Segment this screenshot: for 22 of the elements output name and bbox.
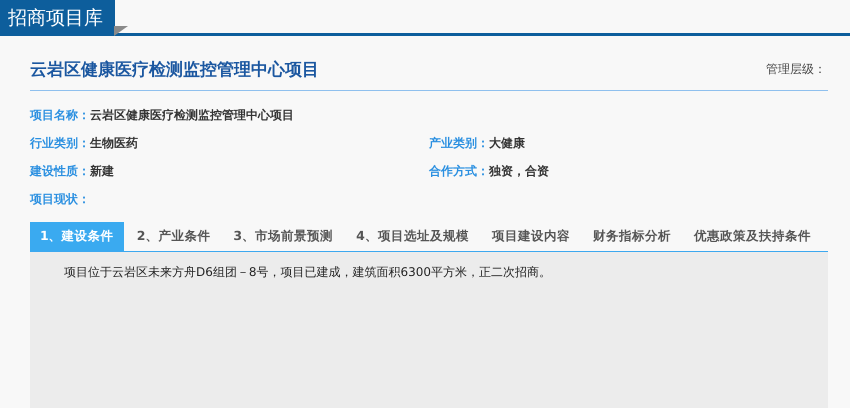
tab[interactable]: 4、项目选址及规模 [346,222,479,251]
content-text: 项目位于云岩区未来方舟D6组团－8号，项目已建成，建筑面积6300平方米，正二次招商。 [64,264,552,281]
field-label: 产业类别： [429,136,489,150]
field-value: 大健康 [489,136,525,150]
field-value: 云岩区健康医疗检测监控管理中心项目 [90,108,294,122]
field-value: 独资，合资 [489,164,549,178]
tab[interactable]: 优惠政策及扶持条件 [684,222,821,251]
tab[interactable]: 2、产业条件 [126,222,220,251]
tab[interactable]: 3、市场前景预测 [223,222,344,251]
project-title: 云岩区健康医疗检测监控管理中心项目 [30,59,319,81]
tab[interactable]: 项目建设内容 [482,222,580,251]
field-value: 生物医药 [90,136,138,150]
field-label: 合作方式： [429,164,489,178]
management-level-label: 管理层级： [766,61,826,78]
field-label: 建设性质： [30,164,90,178]
field-label: 项目现状： [30,192,90,206]
field-label: 项目名称： [30,108,90,122]
field-value: 新建 [90,164,114,178]
field-label: 行业类别： [30,136,90,150]
tab[interactable]: 财务指标分析 [582,222,681,251]
section-title: 招商项目库 [8,6,103,31]
fold-corner-icon [114,26,128,36]
